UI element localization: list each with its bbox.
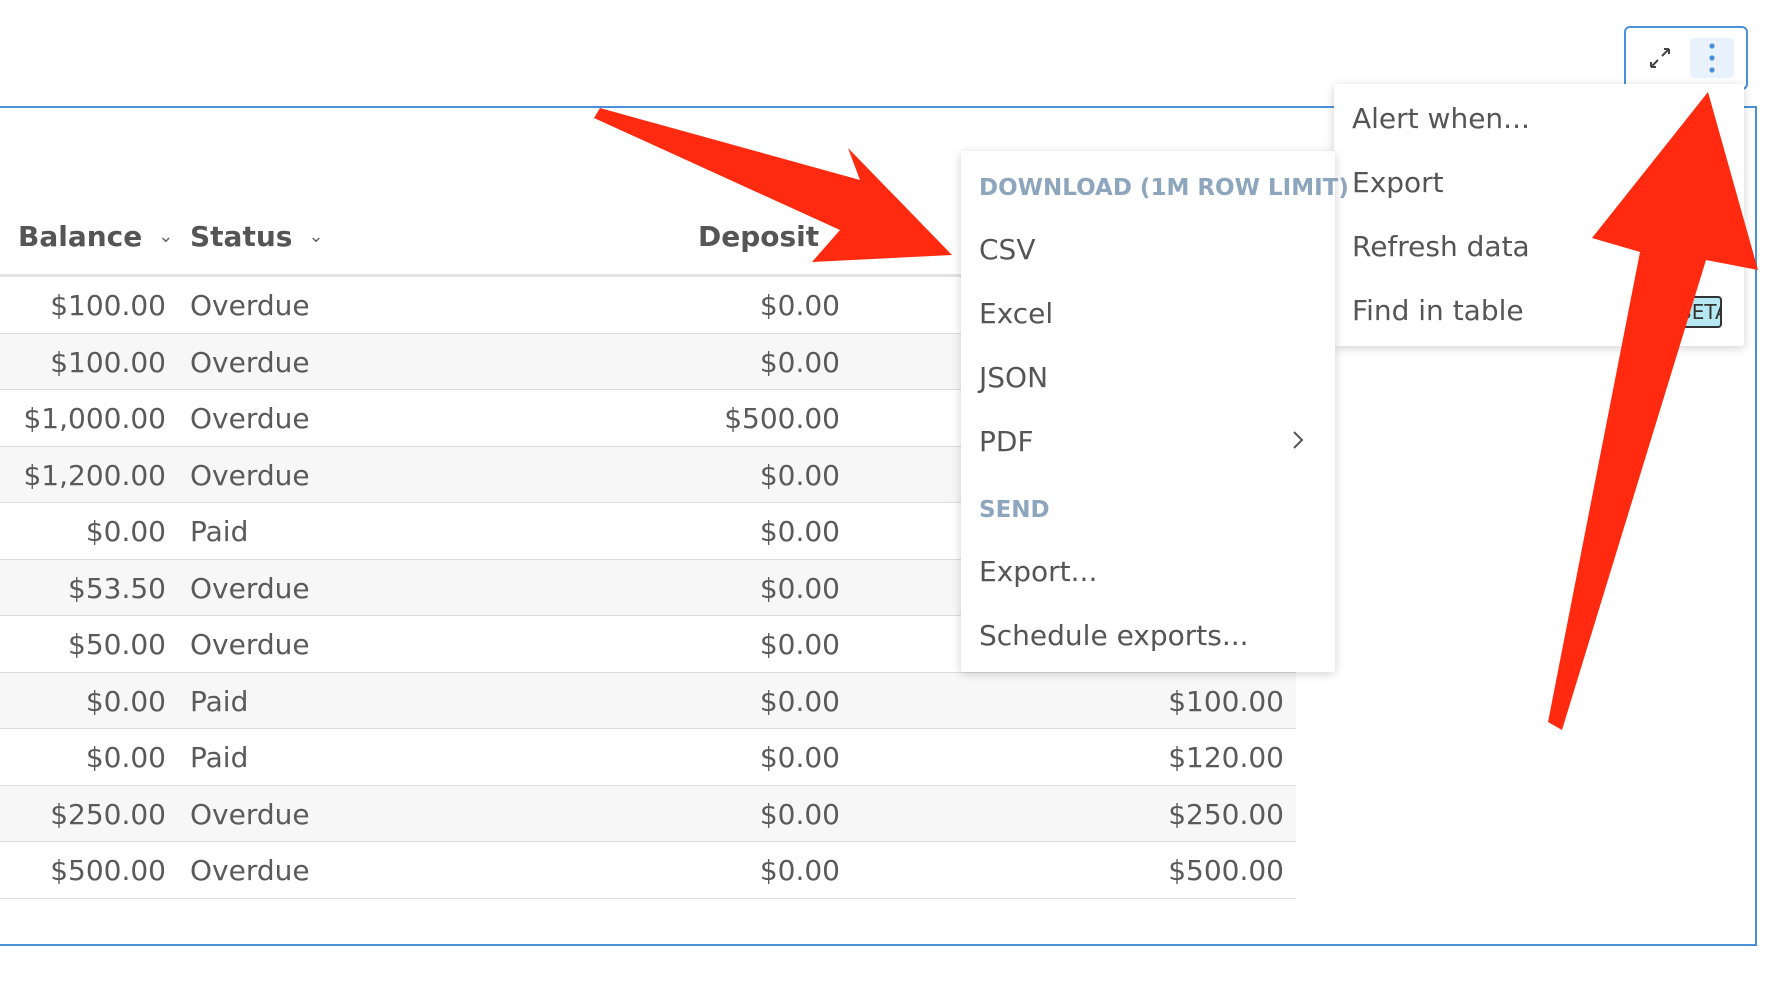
cell-deposit: $0.00 (759, 515, 840, 548)
cell-status: Overdue (190, 797, 310, 831)
cell-deposit: $0.00 (759, 628, 840, 661)
column-header-label: Deposit (698, 220, 820, 253)
cell-balance: $0.00 (85, 684, 166, 718)
cell-deposit: $0.00 (759, 458, 840, 492)
cell-deposit: $0.00 (759, 289, 840, 322)
menu-item-excel[interactable]: Excel (979, 297, 1053, 330)
cell-status: Overdue (190, 402, 310, 435)
cell-status: Overdue (190, 854, 310, 887)
menu-item-export[interactable]: Export (1352, 166, 1444, 199)
menu-item-export-send[interactable]: Export... (979, 555, 1097, 588)
cell-balance: $1,200.00 (23, 458, 166, 492)
cell-deposit: $0.00 (759, 854, 840, 887)
more-vertical-icon (1709, 43, 1715, 73)
cell-balance: $250.00 (50, 797, 166, 831)
cell-amount: $120.00 (1168, 741, 1284, 774)
column-header-deposit[interactable]: Deposit ⌄ (698, 220, 850, 253)
menu-item-json[interactable]: JSON (979, 361, 1048, 394)
cell-balance: $1,000.00 (23, 402, 166, 435)
menu-item-pdf[interactable]: PDF (979, 425, 1034, 458)
more-options-button[interactable] (1690, 38, 1734, 78)
cell-status: Overdue (190, 458, 310, 492)
chevron-down-icon: ⌄ (835, 226, 851, 247)
cell-amount: $250.00 (1168, 797, 1284, 831)
chevron-down-icon: ⌄ (308, 226, 324, 247)
beta-badge-label: BETA (1678, 300, 1720, 324)
expand-icon (1650, 48, 1670, 68)
menu-item-schedule-exports[interactable]: Schedule exports... (979, 619, 1249, 652)
cell-status: Overdue (190, 571, 310, 605)
cell-deposit: $0.00 (759, 345, 840, 379)
cell-status: Paid (190, 684, 249, 718)
cell-balance: $100.00 (50, 289, 166, 322)
column-header-balance[interactable]: Balance ⌄ (18, 220, 173, 253)
column-header-label: Balance (18, 220, 143, 253)
cell-deposit: $0.00 (759, 741, 840, 774)
beta-badge: BETA (1660, 296, 1722, 328)
cell-balance: $53.50 (68, 571, 166, 605)
table-row: $0.00 Paid $0.00 $120.00 (0, 729, 1296, 786)
cell-deposit: $0.00 (759, 684, 840, 718)
menu-item-csv[interactable]: CSV (979, 233, 1035, 266)
menu-item-alert-when[interactable]: Alert when... (1352, 102, 1530, 135)
cell-balance: $0.00 (85, 741, 166, 774)
cell-status: Overdue (190, 345, 310, 379)
table-row: $250.00 Overdue $0.00 $250.00 (0, 785, 1296, 842)
cell-deposit: $500.00 (724, 402, 840, 435)
menu-item-refresh-data[interactable]: Refresh data (1352, 230, 1530, 263)
column-header-status[interactable]: Status ⌄ (190, 220, 324, 253)
cell-status: Overdue (190, 628, 310, 661)
cell-deposit: $0.00 (759, 797, 840, 831)
column-header-label: Status (190, 220, 293, 253)
export-submenu: DOWNLOAD (1M ROW LIMIT) CSV Excel JSON P… (961, 151, 1349, 672)
cell-status: Overdue (190, 289, 310, 322)
chevron-down-icon: ⌄ (158, 226, 174, 247)
expand-button[interactable] (1638, 38, 1682, 78)
section-header-download: DOWNLOAD (1M ROW LIMIT) (979, 175, 1349, 201)
cell-balance: $50.00 (68, 628, 166, 661)
cell-deposit: $0.00 (759, 571, 840, 605)
cell-balance: $500.00 (50, 854, 166, 887)
cell-status: Paid (190, 741, 249, 774)
chevron-right-icon (1293, 431, 1304, 449)
table-row: $0.00 Paid $0.00 $100.00 (0, 672, 1296, 729)
cell-status: Paid (190, 515, 249, 548)
menu-item-find-in-table[interactable]: Find in table (1352, 294, 1524, 327)
cell-balance: $100.00 (50, 345, 166, 379)
table-row: $500.00 Overdue $0.00 $500.00 (0, 842, 1296, 899)
chart-toolbar (1624, 26, 1748, 90)
section-header-send: SEND (979, 497, 1050, 523)
cell-amount: $500.00 (1168, 854, 1284, 887)
cell-balance: $0.00 (85, 515, 166, 548)
cell-amount: $100.00 (1168, 684, 1284, 718)
